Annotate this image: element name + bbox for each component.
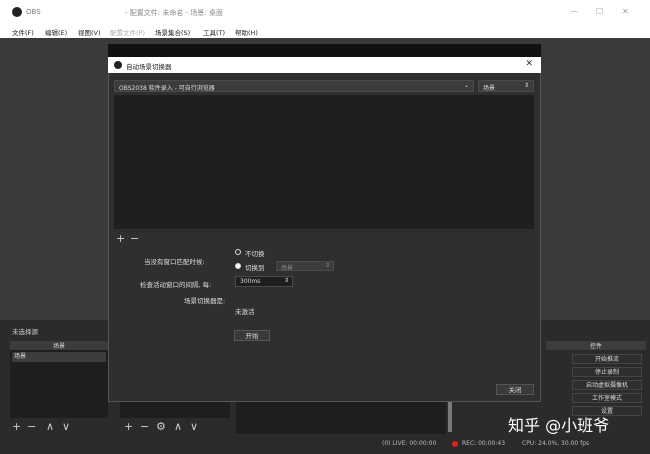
move-up-icon[interactable]: ∧: [46, 420, 54, 433]
radio-switch-to-label: 切换到: [245, 264, 265, 272]
scene-select[interactable]: 场景 ⇕: [478, 80, 534, 92]
menu-scene-collection[interactable]: 场景集合(S): [155, 27, 190, 37]
no-match-label: 当没有窗口匹配时候:: [144, 258, 205, 266]
maximize-icon[interactable]: ☐: [596, 7, 603, 16]
stepper-icon: ⇕: [283, 277, 289, 284]
status-bar: (0) LIVE: 00:00:00 REC: 00:00:43 CPU: 24…: [0, 436, 650, 454]
status-label: 场景切换器是:: [184, 297, 226, 305]
title-bar: OBS - 配置文件: 未命名 - 场景: 桌面 — ☐ ✕: [0, 0, 650, 24]
studio-mode-button[interactable]: 工作室模式: [572, 393, 642, 403]
interval-label: 检查活动窗口的间隔, 每:: [140, 281, 212, 289]
source-up-icon[interactable]: ∧: [174, 420, 182, 433]
menu-view[interactable]: 视图(V): [78, 27, 101, 37]
add-source-icon[interactable]: +: [124, 420, 133, 433]
source-settings-icon[interactable]: ⚙: [156, 420, 166, 433]
live-status: (0) LIVE: 00:00:00: [382, 440, 437, 447]
controls-header-label: 控件: [589, 343, 602, 350]
add-scene-icon[interactable]: +: [12, 420, 21, 433]
obs-logo-icon: [12, 7, 22, 17]
scene-select-value: 场景: [483, 85, 496, 92]
start-streaming-button[interactable]: 开始推流: [572, 354, 642, 364]
menu-bar: 文件(F) 编辑(E) 视图(V) 配置文件(P) 场景集合(S) 工具(T) …: [0, 24, 650, 38]
switch-to-scene-select[interactable]: 场景 ⇕: [276, 261, 334, 272]
stop-recording-button[interactable]: 停止录制: [572, 367, 642, 377]
close-window-icon[interactable]: ✕: [622, 7, 629, 16]
add-rule-icon[interactable]: +: [116, 232, 125, 245]
interval-input[interactable]: 300ms ⇕: [235, 276, 293, 287]
menu-edit[interactable]: 编辑(E): [45, 27, 67, 37]
minimize-icon[interactable]: —: [570, 7, 578, 16]
remove-rule-icon[interactable]: −: [130, 232, 139, 245]
start-button[interactable]: 开始: [234, 330, 270, 341]
no-source-selected: 未选择源: [12, 328, 38, 336]
spinner-icon: ⇕: [523, 82, 529, 89]
window-select[interactable]: OBS2038 软件录入 - 可自行浏览器 ⌄: [114, 80, 474, 92]
radio-switch-to[interactable]: [235, 263, 241, 269]
start-virtual-camera-button[interactable]: 启动虚拟摄像机: [572, 380, 642, 390]
dialog-title: 自动场景切换器: [126, 63, 172, 71]
dialog-close-icon[interactable]: ✕: [525, 59, 533, 69]
window-title: - 配置文件: 未命名 - 场景: 桌面: [125, 9, 223, 17]
menu-tools[interactable]: 工具(T): [203, 27, 225, 37]
source-down-icon[interactable]: ∨: [190, 420, 198, 433]
radio-dont-switch[interactable]: [235, 249, 241, 255]
chevron-down-icon: ⌄: [463, 82, 469, 89]
interval-value: 300ms: [240, 278, 261, 285]
scenes-header: 场景: [10, 341, 108, 350]
status-value: 未激活: [235, 308, 255, 316]
menu-file[interactable]: 文件(F): [12, 27, 34, 37]
dialog-title-bar: 自动场景切换器 ✕: [108, 57, 541, 73]
move-down-icon[interactable]: ∨: [62, 420, 70, 433]
rec-status: REC: 00:00:43: [462, 440, 506, 447]
app-name: OBS: [26, 8, 41, 16]
scene-item[interactable]: 场景: [12, 352, 106, 362]
menu-profile[interactable]: 配置文件(P): [110, 27, 145, 37]
watermark-text: 知乎 @小班爷: [508, 416, 610, 435]
switch-rules-list[interactable]: [114, 95, 534, 229]
radio-dont-switch-label: 不切换: [245, 250, 265, 258]
remove-source-icon[interactable]: −: [140, 420, 149, 433]
window-select-value: OBS2038 软件录入 - 可自行浏览器: [119, 85, 215, 92]
cpu-status: CPU: 24.0%, 30.00 fps: [522, 440, 590, 447]
menu-help[interactable]: 帮助(H): [235, 27, 258, 37]
switch-to-scene-value: 场景: [281, 265, 294, 272]
close-dialog-button[interactable]: 关闭: [496, 384, 534, 395]
rec-indicator-icon: [452, 441, 458, 447]
spinner-icon: ⇕: [324, 262, 330, 269]
controls-header: 控件: [546, 341, 646, 350]
dialog-obs-icon: [114, 61, 122, 69]
remove-scene-icon[interactable]: −: [27, 420, 36, 433]
